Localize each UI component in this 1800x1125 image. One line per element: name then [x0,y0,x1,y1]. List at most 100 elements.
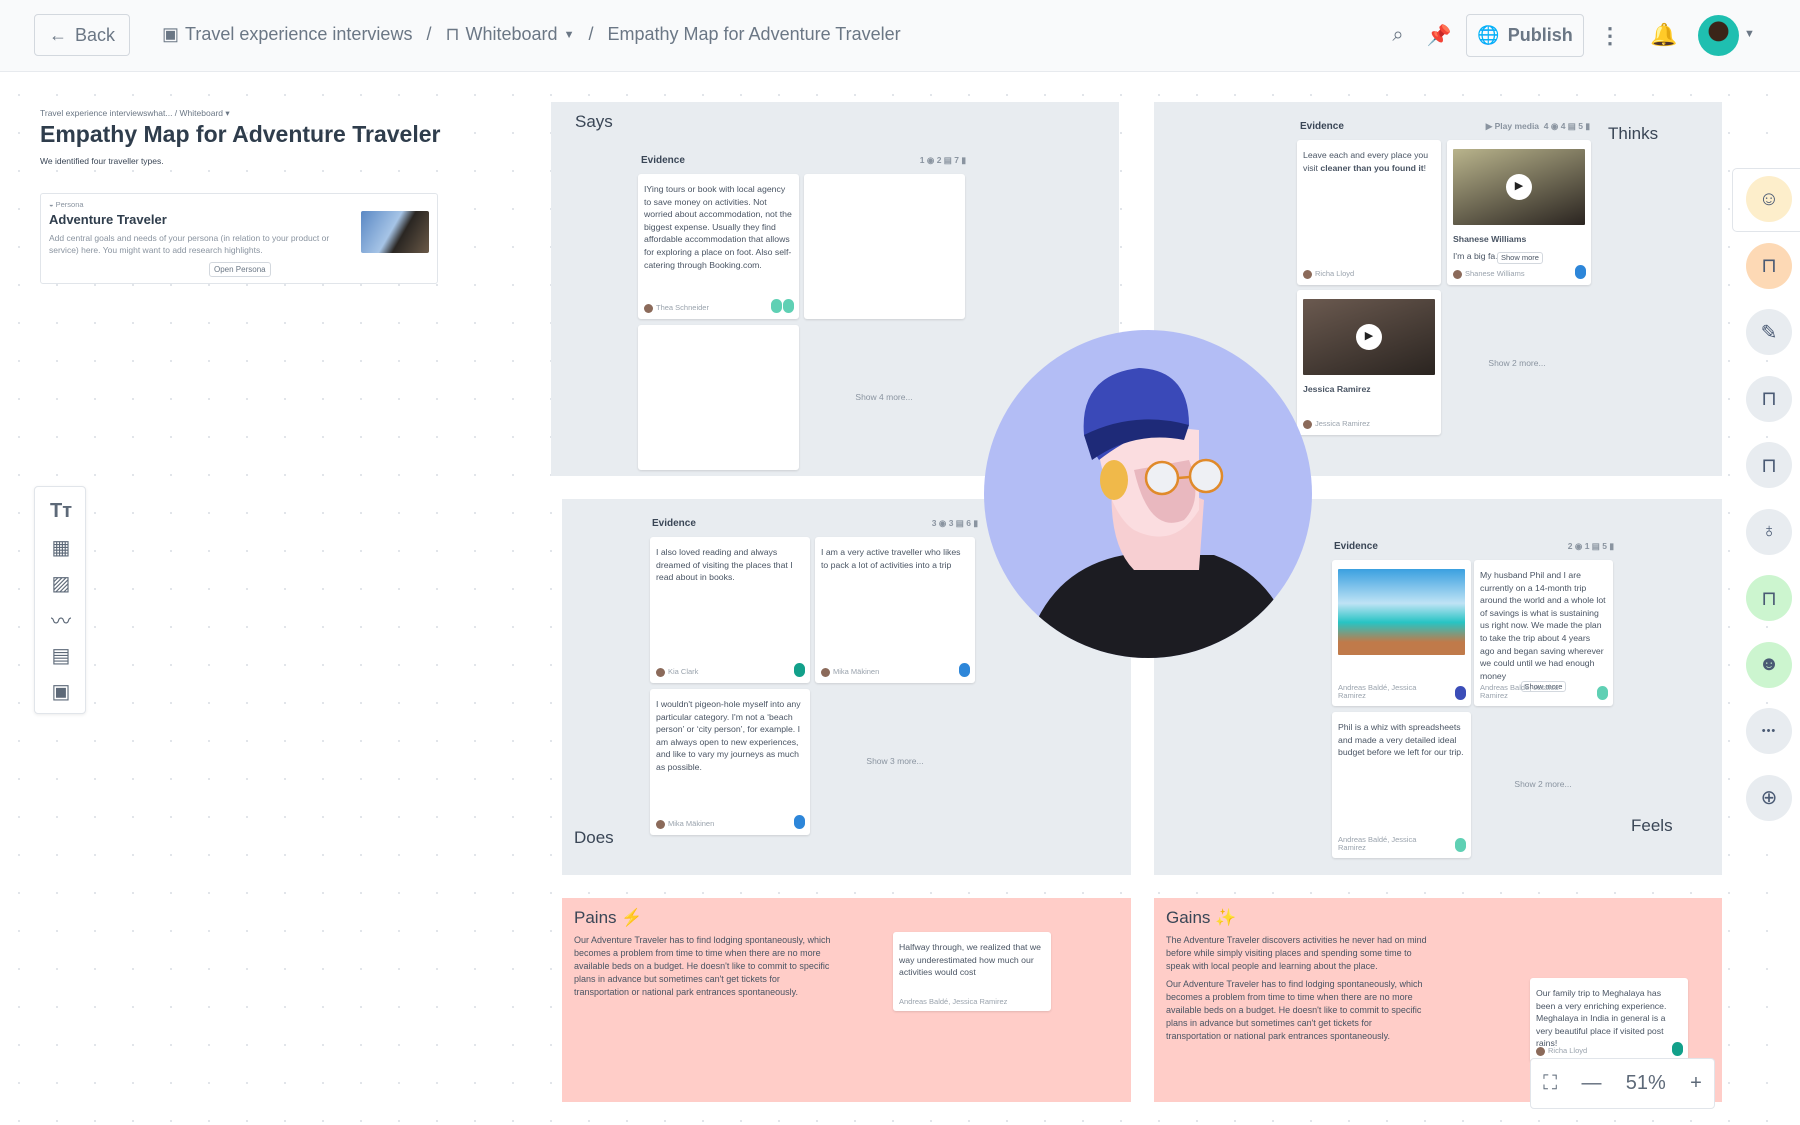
zoom-in-button[interactable]: + [1690,1072,1702,1095]
says-evidence-card[interactable] [638,325,799,470]
pains-evidence-card[interactable]: Halfway through, we realized that we way… [893,932,1051,1011]
says-evidence-card[interactable] [804,174,965,319]
table-tool-icon[interactable]: ▤ [35,637,87,673]
gains-text-1: The Adventure Traveler discovers activit… [1166,935,1427,972]
play-icon[interactable]: ▶ [1356,324,1382,350]
persona-card[interactable]: ◒ Persona Adventure Traveler Add central… [40,193,438,284]
feels-show-more-link[interactable]: Show 2 more... [1514,779,1571,789]
image-tool-icon[interactable]: ▨ [35,565,87,601]
breadcrumb-whiteboard[interactable]: Whiteboard [466,24,558,45]
card-author: Andreas Baldé, Jessica Ramirez [899,996,1008,1006]
author-avatar [1453,270,1462,279]
gains-evidence-card[interactable]: Our family trip to Meghalaya has been a … [1530,978,1688,1062]
caret-down-icon[interactable]: ▼ [564,29,575,41]
tag[interactable] [794,815,805,829]
breadcrumb-current: Empathy Map for Adventure Traveler [607,24,901,44]
author-avatar [656,668,665,677]
pains-text: Our Adventure Traveler has to find lodgi… [574,935,831,998]
author-avatar [644,304,653,313]
page-subtitle: We identified four traveller types. [40,156,164,166]
thinks-evidence-title: Evidence [1300,121,1344,132]
persona-illustration[interactable] [984,330,1312,658]
tag[interactable] [959,663,970,677]
breadcrumb-project[interactable]: Travel experience interviews [185,24,412,45]
tag[interactable] [794,663,805,677]
publish-button[interactable]: 🌐 Publish [1466,14,1584,57]
open-persona-button[interactable]: Open Persona [209,262,271,277]
participant-icon: ◉ [1574,541,1583,551]
card-text: Leave each and every place you visit cle… [1303,150,1429,173]
card-author: Jessica Ramirez [1303,420,1370,429]
card-author: Kia Clark [656,668,698,677]
chart-tool-icon[interactable]: 〰 [35,601,87,637]
add-circle-icon[interactable]: ⊕ [1746,774,1792,821]
play-icon[interactable]: ▶ [1506,174,1532,200]
tag[interactable] [1597,686,1608,700]
whiteboard-icon[interactable]: ⊓ [1746,442,1792,488]
search-icon[interactable]: ⌕ [1385,22,1411,48]
tag[interactable] [771,299,782,313]
pin-icon[interactable]: 📌 [1426,22,1452,48]
whiteboard-icon[interactable]: ⊓ [1746,242,1792,289]
thinks-evidence-card[interactable]: ▶ Jessica Ramirez Jessica Ramirez [1297,290,1441,435]
play-media-button[interactable]: ▶ Play media [1486,121,1539,131]
feels-evidence-header: Evidence 2 ◉ 1 ▤ 5 ▮ [1334,541,1614,552]
says-evidence-header: Evidence 1 ◉ 2 ▤ 7 ▮ [641,155,966,166]
thinks-show-more-link[interactable]: Show 2 more... [1488,358,1545,368]
board-breadcrumb-project[interactable]: Travel experience interviewswhat... [40,108,172,118]
thinks-evidence-card[interactable]: Leave each and every place you visit cle… [1297,140,1441,285]
note-icon: ▤ [1567,121,1576,131]
lightbulb-icon[interactable]: ♁ [1746,508,1792,555]
says-show-more-link[interactable]: Show 4 more... [855,392,912,402]
grid-tool-icon[interactable]: ▦ [35,529,87,565]
whiteboard-icon[interactable]: ⊓ [1746,575,1792,621]
show-more-button[interactable]: Show more [1497,251,1543,265]
left-toolbar: Tт ▦ ▨ 〰 ▤ ▣ [34,486,86,714]
feels-evidence-title: Evidence [1334,541,1378,552]
does-evidence-card[interactable]: I also loved reading and always dreamed … [650,537,810,683]
does-show-more-link[interactable]: Show 3 more... [866,756,923,766]
zoom-out-button[interactable]: — [1581,1072,1601,1095]
thinks-evidence-card[interactable]: ▶Shanese WilliamsI'm a big fa… activitie… [1447,140,1591,285]
user-avatar[interactable] [1698,15,1739,56]
feels-evidence-card[interactable]: Andreas Baldé, Jessica Ramirez [1332,560,1471,706]
tag[interactable] [783,299,794,313]
does-evidence-card[interactable]: I wouldn't pigeon-hole myself into any p… [650,689,810,835]
tag[interactable] [1455,686,1466,700]
lightning-icon: ⚡ [621,908,643,927]
whiteboard-icon[interactable]: ⊓ [1746,375,1792,422]
more-vertical-icon[interactable]: ⋮ [1599,22,1621,50]
whiteboard-icon: ⊓ [445,24,460,44]
note-icon: ▤ [1591,541,1600,551]
does-evidence-card[interactable]: I am a very active traveller who likes t… [815,537,975,683]
breadcrumb: ▣ Travel experience interviews / ⊓ White… [162,24,901,45]
zoom-level: 51% [1625,1072,1666,1094]
comment-tool-icon[interactable]: ▣ [35,673,87,709]
gains-text-2: Our Adventure Traveler has to find lodgi… [1166,979,1423,1042]
card-text: IYing tours or book with local agency to… [644,184,792,270]
back-button[interactable]: ← Back [34,14,130,56]
tag[interactable] [1455,838,1466,852]
feels-evidence-counts: 2 ◉ 1 ▤ 5 ▮ [1567,541,1614,551]
says-evidence-card[interactable]: IYing tours or book with local agency to… [638,174,799,319]
more-icon[interactable]: ••• [1746,708,1792,754]
feels-title: Feels [1631,816,1673,835]
text-tool-icon[interactable]: Tт [35,493,87,529]
fit-screen-icon[interactable]: ⛶ [1543,1072,1557,1095]
card-text: I am a very active traveller who likes t… [821,547,961,570]
caret-down-icon[interactable]: ▼ [1744,28,1755,40]
tag[interactable] [1575,265,1586,279]
gains-title: Gains ✨ [1166,908,1237,927]
bell-icon[interactable]: 🔔 [1650,21,1678,49]
card-text: I wouldn't pigeon-hole myself into any p… [656,699,801,773]
thinks-title: Thinks [1608,124,1659,143]
participant-icon: ◉ [926,155,935,165]
pains-panel: Pains ⚡ Our Adventure Traveler has to fi… [562,898,1131,1102]
board-breadcrumb-whiteboard[interactable]: Whiteboard [180,108,223,118]
persona-face-icon[interactable]: ☻ [1746,641,1792,688]
feels-evidence-card[interactable]: Phil is a whiz with spreadsheets and mad… [1332,712,1471,858]
video-thumbnail: ▶ [1303,299,1435,375]
note-edit-icon[interactable]: ✎ [1746,309,1792,355]
smiley-icon[interactable]: ☺ [1746,176,1792,222]
feels-evidence-card[interactable]: My husband Phil and I are currently on a… [1474,560,1613,706]
